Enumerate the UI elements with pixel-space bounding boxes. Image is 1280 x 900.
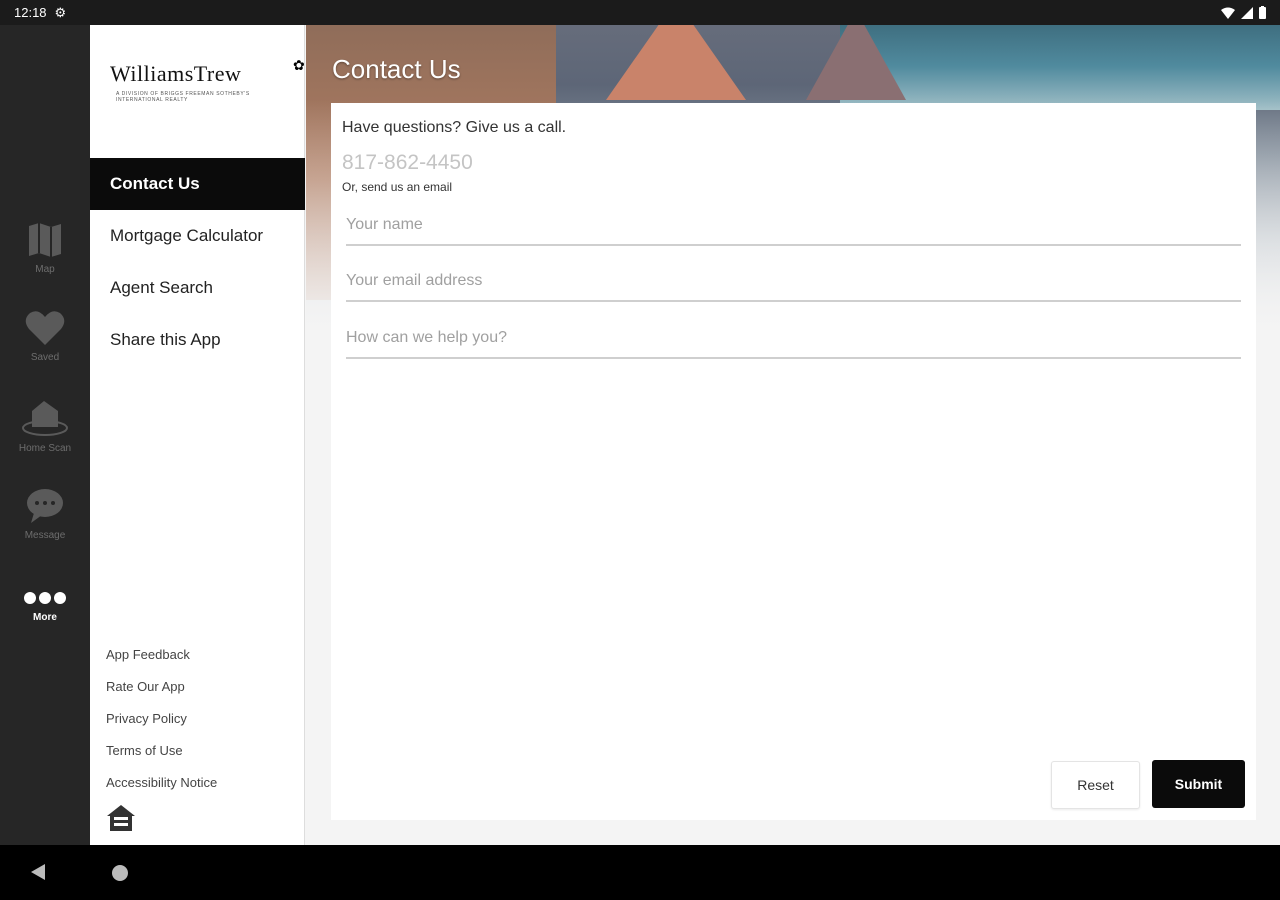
map-icon xyxy=(29,223,61,257)
logo-star-icon: ✿ xyxy=(293,57,305,73)
drawer-footer-links: App Feedback Rate Our App Privacy Policy… xyxy=(106,645,217,805)
link-rate-app[interactable]: Rate Our App xyxy=(106,677,217,709)
menu-item-agent-search[interactable]: Agent Search xyxy=(90,262,305,314)
rail-item-more[interactable]: More xyxy=(0,590,90,623)
signal-icon xyxy=(1241,6,1253,19)
settings-gear-icon: ⚙ xyxy=(54,4,67,20)
rail-item-label: Map xyxy=(35,264,55,275)
message-input[interactable] xyxy=(346,319,1241,357)
screen: 12:18 ⚙ Contact Us Map Saved Home Scan M… xyxy=(0,0,1280,900)
rail-item-label: Home Scan xyxy=(18,443,72,454)
menu-item-share-app[interactable]: Share this App xyxy=(90,314,305,366)
more-icon xyxy=(24,592,66,604)
name-input[interactable] xyxy=(346,206,1241,244)
contact-form-card: Have questions? Give us a call. 817-862-… xyxy=(331,103,1256,820)
home-scan-icon xyxy=(22,401,68,436)
logo-subtitle: A DIVISION OF BRIGGS FREEMAN SOTHEBY'S I… xyxy=(116,91,250,103)
link-privacy-policy[interactable]: Privacy Policy xyxy=(106,709,217,741)
rail-item-label: More xyxy=(33,612,57,623)
navigation-drawer: WilliamsTrew ✿ A DIVISION OF BRIGGS FREE… xyxy=(90,25,305,845)
link-app-feedback[interactable]: App Feedback xyxy=(106,645,217,677)
drawer-menu: Contact Us Mortgage Calculator Agent Sea… xyxy=(90,158,305,366)
status-bar: 12:18 ⚙ xyxy=(0,0,1280,25)
equal-housing-icon xyxy=(107,805,135,831)
contact-intro: Have questions? Give us a call. xyxy=(342,119,567,136)
heart-icon xyxy=(25,311,65,345)
menu-item-mortgage-calculator[interactable]: Mortgage Calculator xyxy=(90,210,305,262)
rail-item-map[interactable]: Map xyxy=(0,222,90,275)
battery-icon xyxy=(1259,6,1266,19)
email-field xyxy=(346,262,1241,302)
brand-logo: WilliamsTrew ✿ A DIVISION OF BRIGGS FREE… xyxy=(110,57,305,103)
page-title: Contact Us xyxy=(332,54,461,84)
link-terms-of-use[interactable]: Terms of Use xyxy=(106,741,217,773)
home-icon[interactable] xyxy=(112,865,128,881)
status-icons xyxy=(1221,6,1266,19)
status-time: 12:18 xyxy=(14,5,47,20)
rail-item-message[interactable]: Message xyxy=(0,488,90,541)
rail-item-label: Saved xyxy=(30,352,60,363)
rail-item-saved[interactable]: Saved xyxy=(0,310,90,363)
phone-number-link[interactable]: 817-862-4450 xyxy=(342,151,473,175)
reset-button[interactable]: Reset xyxy=(1051,761,1140,809)
name-field xyxy=(346,206,1241,246)
submit-button[interactable]: Submit xyxy=(1152,760,1245,808)
email-input[interactable] xyxy=(346,262,1241,300)
email-note: Or, send us an email xyxy=(342,180,453,194)
link-accessibility-notice[interactable]: Accessibility Notice xyxy=(106,773,217,805)
rail-item-label: Message xyxy=(24,530,66,541)
menu-item-contact-us[interactable]: Contact Us xyxy=(90,158,305,210)
logo-name: WilliamsTrew xyxy=(110,61,242,86)
wifi-icon xyxy=(1221,7,1235,19)
message-icon xyxy=(27,489,63,523)
system-nav-bar xyxy=(0,845,1280,900)
rail-item-home-scan[interactable]: Home Scan xyxy=(0,397,90,454)
bottom-nav-rail: Map Saved Home Scan Message More xyxy=(0,25,90,845)
back-icon[interactable] xyxy=(31,864,45,880)
message-field xyxy=(346,319,1241,359)
